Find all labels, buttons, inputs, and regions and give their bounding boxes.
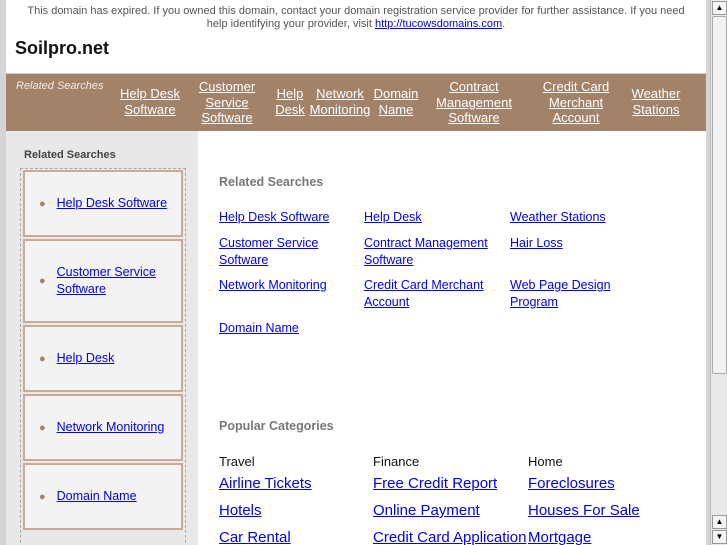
top-nav-link[interactable]: Weather Stations xyxy=(626,86,686,117)
related-link[interactable]: Help Desk Software xyxy=(219,209,329,226)
sidebar-item: ● Customer Service Software xyxy=(23,239,183,323)
expired-notice: This domain has expired. If you owned th… xyxy=(6,0,706,31)
related-link[interactable]: Hair Loss xyxy=(510,235,563,252)
tucows-link[interactable]: http://tucowsdomains.com xyxy=(375,18,502,30)
top-nav-link[interactable]: Credit Card Merchant Account xyxy=(536,79,616,126)
category-home: Home xyxy=(528,454,563,469)
bullet-icon: ● xyxy=(39,352,46,365)
vertical-scrollbar[interactable]: ▲ ▲ ▼ xyxy=(710,0,727,545)
related-link[interactable]: Credit Card Merchant Account xyxy=(364,277,494,311)
sidebar-link[interactable]: Domain Name xyxy=(57,488,137,505)
sidebar-item: ● Help Desk xyxy=(23,325,183,392)
related-link[interactable]: Help Desk xyxy=(364,209,422,226)
bullet-icon: ● xyxy=(39,275,46,287)
scroll-up-arrow-icon[interactable]: ▲ xyxy=(712,515,727,529)
sidebar-link[interactable]: Network Monitoring xyxy=(57,419,165,436)
related-link[interactable]: Weather Stations xyxy=(510,209,606,226)
sidebar-heading: Related Searches xyxy=(24,149,116,161)
sidebar-link[interactable]: Help Desk Software xyxy=(57,195,167,212)
related-link[interactable]: Customer Service Software xyxy=(219,235,334,269)
popular-link[interactable]: Hotels xyxy=(219,502,262,519)
scroll-up-arrow-icon[interactable]: ▲ xyxy=(712,1,727,15)
related-heading: Related Searches xyxy=(219,175,324,189)
sidebar-item: ● Domain Name xyxy=(23,463,183,530)
sidebar-link[interactable]: Help Desk xyxy=(57,350,115,367)
top-nav-label: Related Searches xyxy=(16,80,104,92)
sidebar-item: ● Network Monitoring xyxy=(23,394,183,461)
popular-link[interactable]: Free Credit Report xyxy=(373,475,497,492)
sidebar-list: ● Help Desk Software ● Customer Service So… xyxy=(20,168,186,545)
bullet-icon: ● xyxy=(39,421,46,434)
popular-link[interactable]: Mortgage xyxy=(528,529,591,545)
related-link[interactable]: Contract Management Software xyxy=(364,235,499,269)
site-title: Soilpro.net xyxy=(15,38,109,58)
notice-tail: . xyxy=(502,18,506,30)
scroll-down-arrow-icon[interactable]: ▼ xyxy=(712,530,727,544)
popular-heading: Popular Categories xyxy=(219,419,334,433)
top-nav-link[interactable]: Network Monitoring xyxy=(308,86,372,117)
notice-text: This domain has expired. If you owned th… xyxy=(27,5,685,30)
popular-link[interactable]: Airline Tickets xyxy=(219,475,312,492)
top-nav: Related Searches Help Desk Software Cust… xyxy=(6,73,706,131)
category-finance: Finance xyxy=(373,454,420,469)
bullet-icon: ● xyxy=(39,197,46,210)
top-nav-link[interactable]: Help Desk Software xyxy=(118,86,182,117)
popular-link[interactable]: Online Payment xyxy=(373,502,480,519)
popular-link[interactable]: Foreclosures xyxy=(528,475,615,492)
top-nav-link[interactable]: Customer Service Software xyxy=(194,79,260,126)
page: This domain has expired. If you owned th… xyxy=(6,0,706,545)
related-link[interactable]: Domain Name xyxy=(219,320,299,337)
sidebar-item: ● Help Desk Software xyxy=(23,170,183,237)
related-link[interactable]: Web Page Design Program xyxy=(510,277,620,311)
bullet-icon: ● xyxy=(39,490,46,503)
popular-link[interactable]: Car Rental xyxy=(219,529,291,545)
sidebar: Related Searches ● Help Desk Software ● Cu… xyxy=(6,131,198,545)
category-travel: Travel xyxy=(219,454,255,469)
top-nav-link[interactable]: Domain Name xyxy=(370,86,422,117)
scrollbar-thumb[interactable] xyxy=(712,16,727,374)
related-link[interactable]: Network Monitoring xyxy=(219,277,327,294)
top-nav-link[interactable]: Contract Management Software xyxy=(434,79,514,126)
sidebar-link[interactable]: Customer Service Software xyxy=(57,264,167,298)
popular-link[interactable]: Houses For Sale xyxy=(528,502,640,519)
popular-link[interactable]: Credit Card Application xyxy=(373,529,526,545)
top-nav-link[interactable]: Help Desk xyxy=(272,86,308,117)
